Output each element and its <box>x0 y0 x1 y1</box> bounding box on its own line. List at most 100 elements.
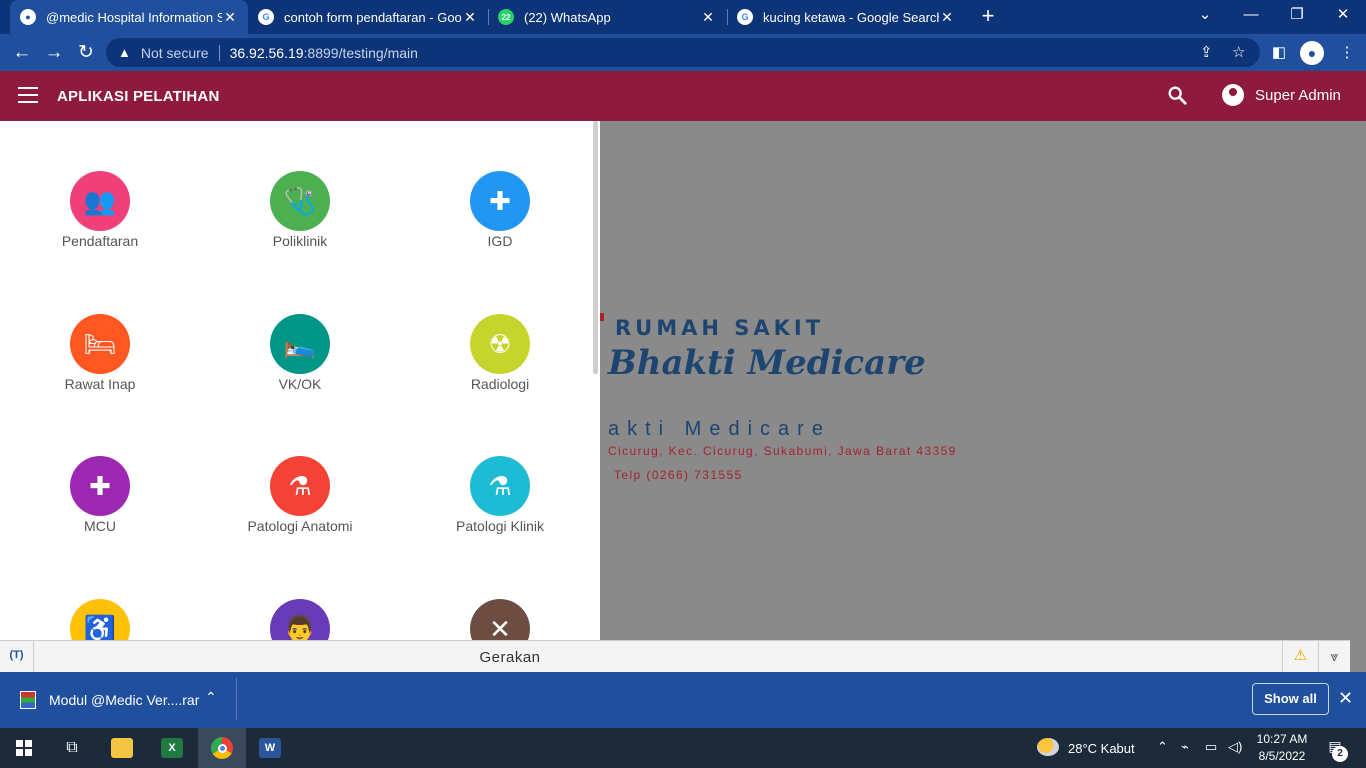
menu-item-igd[interactable]: ✚ IGD <box>400 171 600 271</box>
download-file-name[interactable]: Modul @Medic Ver....rar <box>49 692 199 708</box>
side-panel-icon[interactable]: ◧ <box>1268 42 1290 64</box>
menu-item-poliklinik[interactable]: 🩺 Poliklinik <box>200 171 400 271</box>
word-button[interactable]: W <box>246 728 294 768</box>
menu-item-label: Poliklinik <box>272 233 328 249</box>
main-content: RUMAH SAKIT Bhakti Medicare akti Medicar… <box>0 121 1366 640</box>
menu-item-module-12[interactable]: ✕ <box>400 599 600 640</box>
menu-item-patologi-klinik[interactable]: ⚗ Patologi Klinik <box>400 456 600 556</box>
close-tab-icon[interactable]: ✕ <box>222 9 238 26</box>
network-icon[interactable]: ⌁ <box>1181 739 1189 755</box>
chrome-button[interactable] <box>198 728 246 768</box>
minimize-button[interactable]: — <box>1228 0 1274 34</box>
tab-whatsapp[interactable]: 22 (22) WhatsApp ✕ <box>488 0 726 34</box>
show-all-button[interactable]: Show all <box>1252 683 1329 715</box>
google-icon: G <box>258 9 274 25</box>
close-tab-icon[interactable]: ✕ <box>462 9 478 26</box>
warning-icon: ▲ <box>118 45 131 60</box>
hamburger-menu-icon[interactable] <box>18 87 38 103</box>
google-icon: G <box>737 9 753 25</box>
weather-icon[interactable] <box>1037 738 1059 756</box>
whatsapp-icon: 22 <box>498 9 514 25</box>
menu-item-module-11[interactable]: 👨 <box>200 599 400 640</box>
menu-item-label: VK/OK <box>278 376 322 392</box>
medical-kit-icon: ✚ <box>470 171 530 231</box>
tab-contoh-form[interactable]: G contoh form pendaftaran - Goog ✕ <box>248 0 488 34</box>
restore-button[interactable]: ❐ <box>1274 0 1320 34</box>
menu-item-rawat-inap[interactable]: 🛏 Rawat Inap <box>0 314 200 414</box>
bookmark-star-icon[interactable]: ☆ <box>1232 43 1245 61</box>
menu-item-pendaftaran[interactable]: 👥 Pendaftaran <box>0 171 200 271</box>
menu-item-module-10[interactable]: ♿ <box>0 599 200 640</box>
weather-text[interactable]: 28°C Kabut <box>1068 741 1135 756</box>
chrome-icon <box>211 737 233 759</box>
navigation-drawer: 👥 Pendaftaran 🩺 Poliklinik ✚ IGD 🛏 Rawat Inap 🛌 V… <box>0 121 600 640</box>
security-label: Not secure <box>140 44 209 61</box>
hospital-logo: RUMAH SAKIT Bhakti Medicare akti Medicar… <box>598 121 1366 640</box>
hospital-phone: Telp (0266) 731555 <box>614 468 743 482</box>
account-circle-icon[interactable] <box>1222 84 1244 106</box>
app-header: APLIKASI PELATIHAN Super Admin <box>0 71 1366 121</box>
search-icon[interactable] <box>1166 84 1188 106</box>
tab-title: kucing ketawa - Google Search <box>763 9 939 25</box>
share-icon[interactable]: ⇪ <box>1200 43 1213 61</box>
battery-icon[interactable]: ▭ <box>1205 739 1217 755</box>
menu-kebab-icon[interactable]: ⋮ <box>1336 42 1358 64</box>
menu-item-vk-ok[interactable]: 🛌 VK/OK <box>200 314 400 414</box>
close-tab-icon[interactable]: ✕ <box>700 9 716 26</box>
menu-item-patologi-anatomi[interactable]: ⚗ Patologi Anatomi <box>200 456 400 556</box>
person-add-icon: 👥 <box>70 171 130 231</box>
close-icon[interactable]: ✕ <box>1338 688 1353 709</box>
tab-search-button[interactable]: ⌄ <box>1182 0 1228 34</box>
clock[interactable]: 10:27 AM 8/5/2022 <box>1252 731 1312 765</box>
user-name[interactable]: Super Admin <box>1255 87 1341 104</box>
excel-button[interactable]: X <box>148 728 196 768</box>
url-host: 36.92.56.19 <box>229 44 304 61</box>
warning-icon[interactable]: ⚠ <box>1282 641 1318 672</box>
excel-icon: X <box>161 738 183 758</box>
menu-item-label: Pendaftaran <box>61 233 139 249</box>
menu-item-label: IGD <box>487 233 513 249</box>
page-background-edge <box>1350 640 1366 672</box>
drawer-scrollbar[interactable] <box>593 121 598 374</box>
tab-title: contoh form pendaftaran - Goog <box>284 9 462 25</box>
menu-item-radiologi[interactable]: ☢ Radiologi <box>400 314 600 414</box>
browser-toolbar: ← → ↻ ▲ Not secure 36.92.56.19:8899/test… <box>0 34 1366 71</box>
volume-icon[interactable]: ◁) <box>1228 739 1242 755</box>
clock-date: 8/5/2022 <box>1258 749 1306 763</box>
task-view-button[interactable]: ⧉ <box>48 728 96 768</box>
menu-item-label: Patologi Anatomi <box>247 518 353 534</box>
forward-button[interactable]: → <box>41 40 67 66</box>
file-explorer-button[interactable] <box>98 728 146 768</box>
rar-file-icon <box>20 691 36 709</box>
menu-item-label: Radiologi <box>470 376 530 392</box>
chevron-up-icon[interactable]: ⌃ <box>1157 739 1168 755</box>
tab-medic[interactable]: ● @medic Hospital Information Sys ✕ <box>10 0 248 34</box>
flask-icon: ⚗ <box>470 456 530 516</box>
radiation-icon: ☢ <box>470 314 530 374</box>
tab-kucing-ketawa[interactable]: G kucing ketawa - Google Search ✕ <box>727 0 965 34</box>
collapse-icon[interactable]: ⩔ <box>1318 641 1350 672</box>
tab-title: @medic Hospital Information Sys <box>46 9 222 25</box>
menu-item-label: Rawat Inap <box>64 376 136 392</box>
reload-button[interactable]: ↻ <box>73 40 99 66</box>
menu-item-label: Patologi Klinik <box>456 518 544 534</box>
patient-icon: 🛌 <box>270 314 330 374</box>
url-path: :8899/testing/main <box>303 44 418 61</box>
start-button[interactable] <box>0 728 48 768</box>
status-text: Gerakan <box>479 649 541 666</box>
utensils-icon: ✕ <box>470 599 530 640</box>
new-tab-button[interactable]: + <box>976 4 1000 28</box>
hospital-label: RUMAH SAKIT <box>615 316 825 340</box>
divider <box>236 678 237 720</box>
close-window-button[interactable]: ✕ <box>1320 0 1366 34</box>
back-button[interactable]: ← <box>9 40 35 66</box>
profile-avatar-icon[interactable]: ● <box>1300 41 1324 65</box>
divider <box>218 44 220 61</box>
clock-time: 10:27 AM <box>1256 732 1308 746</box>
notification-count: 2 <box>1332 746 1348 762</box>
chevron-up-icon[interactable]: ⌃ <box>205 689 217 706</box>
close-tab-icon[interactable]: ✕ <box>939 9 955 26</box>
menu-item-mcu[interactable]: ✚ MCU <box>0 456 200 556</box>
address-bar[interactable]: ▲ Not secure 36.92.56.19:8899/testing/ma… <box>106 38 1260 67</box>
stethoscope-icon: 🩺 <box>270 171 330 231</box>
